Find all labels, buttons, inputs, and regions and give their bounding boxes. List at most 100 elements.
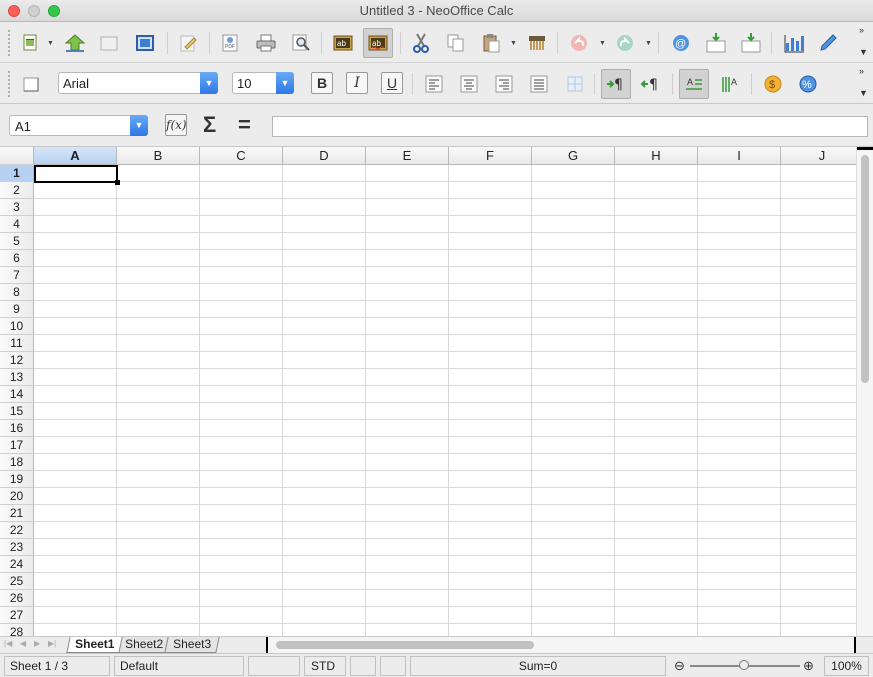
row-header[interactable]: 11: [0, 335, 34, 352]
page-style[interactable]: Default: [114, 656, 244, 676]
row-header[interactable]: 5: [0, 233, 34, 250]
row-header[interactable]: 25: [0, 573, 34, 590]
row-header[interactable]: 8: [0, 284, 34, 301]
new-document-button[interactable]: [16, 28, 46, 58]
spreadsheet-grid[interactable]: ABCDEFGHIJ 1 2 3 4 5 6 7 8 9 10 11 12 13 14 15 16 17 18 19…: [0, 147, 873, 636]
sum-button[interactable]: Σ: [203, 112, 216, 138]
row-header[interactable]: 13: [0, 369, 34, 386]
toolbar-overflow-chevron[interactable]: »: [859, 67, 869, 76]
row-header[interactable]: 12: [0, 352, 34, 369]
toolbar-overflow-chevron[interactable]: »: [859, 26, 869, 35]
row-header[interactable]: 16: [0, 420, 34, 437]
sheet-tab[interactable]: Sheet1: [66, 637, 124, 653]
zoom-slider-knob[interactable]: [739, 660, 749, 670]
horizontal-scroll-thumb[interactable]: [276, 641, 534, 649]
paste-button[interactable]: [476, 28, 506, 58]
text-direction-vertical-button[interactable]: A: [715, 69, 745, 99]
function-button[interactable]: =: [238, 112, 251, 138]
sort-descending-button[interactable]: [736, 28, 766, 58]
row-header[interactable]: 21: [0, 505, 34, 522]
column-header[interactable]: E: [366, 147, 449, 165]
autospellcheck-button[interactable]: ab: [363, 28, 393, 58]
vertical-scrollbar[interactable]: [856, 147, 873, 636]
currency-format-button[interactable]: $: [758, 69, 788, 99]
redo-button[interactable]: [610, 28, 640, 58]
new-dropdown-arrow[interactable]: ▼: [47, 40, 54, 47]
paste-dropdown-arrow[interactable]: ▼: [510, 40, 517, 47]
row-header[interactable]: 4: [0, 216, 34, 233]
zoom-level[interactable]: 100%: [824, 656, 869, 676]
name-box[interactable]: A1 ▼: [9, 115, 148, 136]
undo-button[interactable]: [564, 28, 594, 58]
column-header[interactable]: J: [781, 147, 864, 165]
italic-button[interactable]: I: [346, 72, 368, 94]
clone-formatting-button[interactable]: [522, 28, 552, 58]
chart-button[interactable]: [779, 28, 809, 58]
horizontal-scrollbar[interactable]: [266, 637, 856, 653]
column-header[interactable]: G: [532, 147, 615, 165]
bold-button[interactable]: B: [311, 72, 333, 94]
next-sheet-icon[interactable]: ▶: [34, 639, 40, 648]
chevron-down-icon[interactable]: ▼: [200, 72, 218, 94]
toolbar-grip[interactable]: [7, 70, 11, 98]
left-to-right-button[interactable]: ¶: [601, 69, 631, 99]
function-wizard-button[interactable]: f(x): [165, 114, 187, 136]
row-header[interactable]: 26: [0, 590, 34, 607]
toolbar-menu-arrow[interactable]: ▼: [859, 48, 869, 57]
export-pdf-button[interactable]: PDF: [215, 28, 245, 58]
row-header[interactable]: 14: [0, 386, 34, 403]
cut-button[interactable]: [406, 28, 436, 58]
column-header[interactable]: A: [34, 147, 117, 165]
select-all-corner[interactable]: [0, 147, 34, 165]
show-draw-functions-button[interactable]: [813, 28, 843, 58]
row-header[interactable]: 22: [0, 522, 34, 539]
row-header[interactable]: 28: [0, 624, 34, 636]
align-center-button[interactable]: [454, 69, 484, 99]
row-header[interactable]: 23: [0, 539, 34, 556]
toolbar-menu-arrow[interactable]: ▼: [859, 89, 869, 98]
merge-cells-button[interactable]: [560, 69, 590, 99]
row-header[interactable]: 9: [0, 301, 34, 318]
row-header[interactable]: 27: [0, 607, 34, 624]
align-left-button[interactable]: [419, 69, 449, 99]
row-header[interactable]: 18: [0, 454, 34, 471]
prev-sheet-icon[interactable]: ◀: [20, 639, 26, 648]
print-button[interactable]: [251, 28, 281, 58]
row-header[interactable]: 7: [0, 267, 34, 284]
underline-button[interactable]: U: [381, 72, 403, 94]
spellcheck-button[interactable]: ab: [328, 28, 358, 58]
first-sheet-icon[interactable]: |◀: [4, 639, 12, 648]
row-header[interactable]: 19: [0, 471, 34, 488]
chevron-down-icon[interactable]: ▼: [130, 115, 148, 136]
selection-mode[interactable]: [350, 656, 376, 676]
vertical-scroll-thumb[interactable]: [861, 155, 869, 383]
row-header[interactable]: 17: [0, 437, 34, 454]
sheet-tab[interactable]: Sheet2: [116, 637, 172, 653]
right-to-left-button[interactable]: ¶: [636, 69, 666, 99]
fill-handle[interactable]: [115, 180, 120, 185]
copy-button[interactable]: [441, 28, 471, 58]
zoom-out-icon[interactable]: ⊖: [674, 658, 685, 674]
document-as-email-button[interactable]: [130, 28, 160, 58]
undo-dropdown-arrow[interactable]: ▼: [599, 40, 606, 47]
toolbar-grip[interactable]: [7, 29, 11, 57]
last-sheet-icon[interactable]: ▶|: [48, 639, 56, 648]
save-button[interactable]: [94, 28, 124, 58]
column-header[interactable]: C: [200, 147, 283, 165]
font-size-combo[interactable]: 10 ▼: [232, 72, 294, 94]
percent-format-button[interactable]: %: [793, 69, 823, 99]
row-header[interactable]: 3: [0, 199, 34, 216]
active-cell-cursor[interactable]: [34, 165, 118, 183]
open-button[interactable]: [60, 28, 90, 58]
chevron-down-icon[interactable]: ▼: [276, 72, 294, 94]
row-header[interactable]: 2: [0, 182, 34, 199]
redo-dropdown-arrow[interactable]: ▼: [645, 40, 652, 47]
column-header[interactable]: D: [283, 147, 366, 165]
font-name-combo[interactable]: Arial ▼: [58, 72, 218, 94]
zoom-in-icon[interactable]: ⊕: [803, 658, 814, 674]
align-right-button[interactable]: [489, 69, 519, 99]
column-header[interactable]: B: [117, 147, 200, 165]
formula-input[interactable]: [272, 116, 868, 137]
row-header[interactable]: 24: [0, 556, 34, 573]
text-direction-horizontal-button[interactable]: A: [679, 69, 709, 99]
